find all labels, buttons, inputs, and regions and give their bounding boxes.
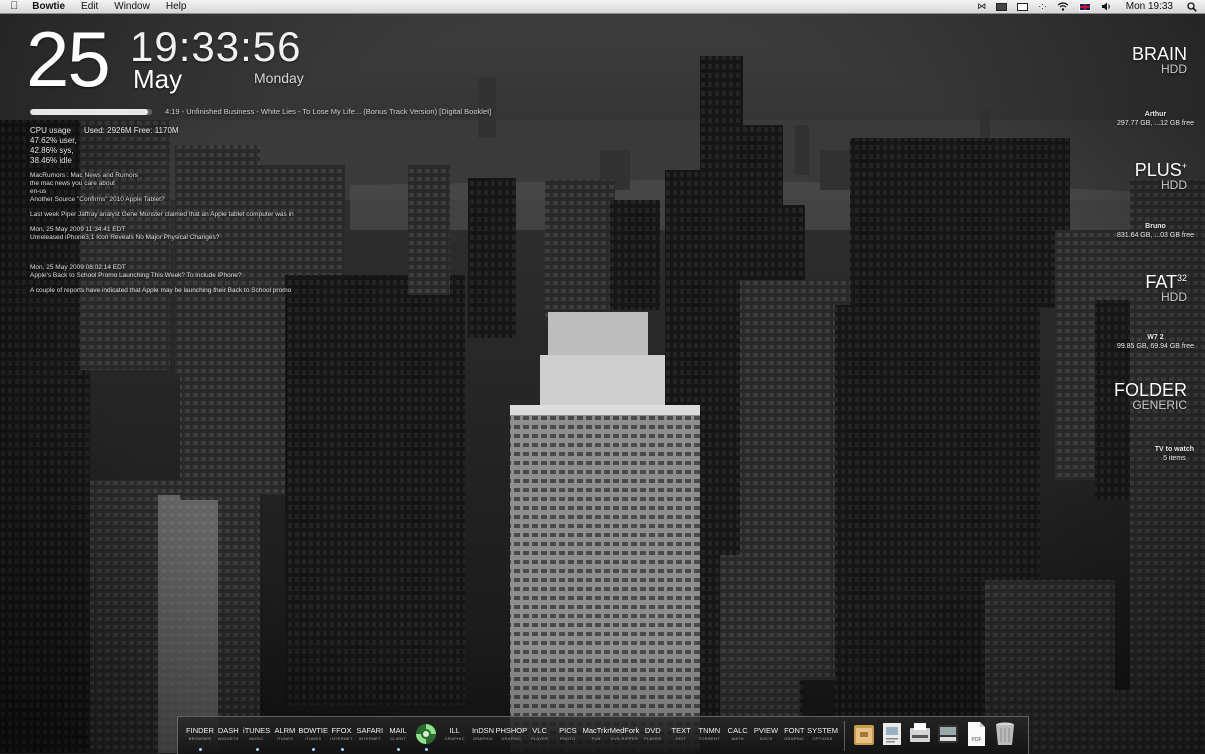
- drive-capacity: 99.85 GB, 69.94 GB free: [1116, 343, 1194, 350]
- dock-item-system[interactable]: SYSTEM OPTIONS: [807, 717, 838, 754]
- dock-separator: [844, 721, 845, 751]
- app-menu[interactable]: Bowtie: [32, 0, 65, 13]
- display-icon[interactable]: [1017, 0, 1029, 13]
- drive-name: BRAIN: [1131, 44, 1187, 64]
- drive-label: Bruno: [1145, 223, 1166, 230]
- drive-label: Arthur: [1144, 111, 1167, 118]
- drive-icon-fat32[interactable]: FAT32 HDD: [1145, 269, 1187, 303]
- drive-type: HDD: [1161, 178, 1187, 192]
- running-indicator: [199, 748, 202, 751]
- date-month: May: [133, 64, 183, 94]
- dock: FINDER BROWSER DASH WIDGETS iTUNES MUSIC ALRM I…: [177, 716, 1029, 754]
- now-playing-text[interactable]: 4:19 - Unfinished Business - White Lies …: [165, 107, 491, 116]
- dots-icon[interactable]: ·:·: [1038, 0, 1047, 13]
- cpu-idle: 38.46% idle: [30, 156, 72, 165]
- dock-item-mail[interactable]: MAIL CLIENT: [384, 717, 412, 754]
- drive-name: FOLDER: [1113, 380, 1187, 400]
- folder-icon-generic[interactable]: FOLDER GENERIC: [1114, 381, 1187, 411]
- pdf-icon[interactable]: PDF: [964, 720, 988, 748]
- news-summary: A couple of reports have indicated that …: [30, 287, 292, 294]
- drive-capacity: 297.77 GB, ...12 GB free: [1116, 120, 1194, 127]
- news-date: Mon, 25 May 2009 08:02:14 EDT: [30, 264, 126, 271]
- drive-name-sup: +: [1181, 161, 1187, 171]
- date-weekday: Monday: [254, 70, 304, 86]
- menu-window[interactable]: Window: [114, 0, 150, 13]
- running-indicator: [312, 748, 316, 751]
- news-headline[interactable]: Unreleased iPhone3,1 Icon Reveals No Maj…: [30, 234, 219, 242]
- drive-label-bruno[interactable]: Bruno 831.64 GB, ...03 GB free: [1117, 222, 1194, 240]
- folder-icon[interactable]: [852, 720, 876, 748]
- uk-flag-icon[interactable]: [1078, 0, 1091, 13]
- cpu-sys: 42.86% sys,: [30, 146, 74, 155]
- drive-label-arthur[interactable]: Arthur 297.77 GB, ...12 GB free: [1117, 110, 1194, 128]
- drive-type: HDD: [1161, 62, 1187, 76]
- dock-item-label: MAIL: [389, 726, 407, 735]
- news-feed-tagline: the mac news you care about: [30, 180, 115, 187]
- menu-edit[interactable]: Edit: [81, 0, 98, 13]
- volume-icon[interactable]: [1101, 0, 1112, 13]
- spotlight-icon[interactable]: [1187, 0, 1197, 13]
- news-feed-lang: en-us: [30, 188, 47, 195]
- running-indicator: [397, 748, 401, 751]
- menubar-clock[interactable]: Mon 19:33: [1126, 0, 1173, 13]
- pdf-label: PDF: [972, 737, 982, 743]
- bowtie-icon[interactable]: ⋈: [977, 0, 986, 13]
- cpu-user: 47.62% user,: [30, 136, 77, 145]
- track-progress-fill: [30, 109, 149, 115]
- spinner-app-icon: [416, 724, 437, 744]
- memory-usage: Used: 2926M Free: 1170M: [84, 126, 179, 135]
- running-indicator: [255, 748, 259, 751]
- news-summary: Last week Piper Jaffray analyst Gene Mun…: [30, 211, 294, 218]
- news-headline[interactable]: Another Source "Confirms" 2010 Apple Tab…: [30, 196, 165, 204]
- menu-help[interactable]: Help: [166, 0, 187, 13]
- folder-label-tv[interactable]: TV to watch 5 items: [1155, 445, 1194, 463]
- wifi-icon[interactable]: [1057, 0, 1069, 13]
- drive-name: PLUS: [1134, 160, 1182, 180]
- news-date: Mon, 25 May 2009 11:34:41 EDT: [30, 226, 126, 233]
- drive-icon-plus[interactable]: PLUS+ HDD: [1135, 157, 1187, 191]
- running-indicator: [425, 748, 429, 751]
- dock-item-label: SYSTEM: [807, 726, 839, 735]
- running-indicator: [340, 748, 344, 751]
- printer-icon[interactable]: [908, 720, 932, 748]
- drive-label-w7[interactable]: W7 2 99.85 GB, 69.94 GB free: [1117, 333, 1194, 351]
- news-headline[interactable]: Apple's Back to School Promo Launching T…: [30, 272, 242, 280]
- dock-item-sublabel: OPTIONS: [812, 736, 833, 741]
- folder-item-count: 5 items: [1163, 455, 1186, 462]
- folder-label: TV to watch: [1154, 446, 1194, 453]
- trash-icon[interactable]: [993, 720, 1017, 748]
- menu-bar:  Bowtie Edit Window Help ⋈ ·:· Mon 19:3…: [0, 0, 1205, 14]
- battery-icon[interactable]: [996, 0, 1008, 13]
- drive-capacity: 831.64 GB, ...03 GB free: [1116, 232, 1194, 239]
- preview-doc-icon[interactable]: [880, 720, 904, 748]
- cpu-label: CPU usage: [30, 126, 71, 135]
- drive-name: FAT: [1145, 272, 1177, 292]
- drive-label: W7 2: [1147, 334, 1164, 341]
- clock-time: 19:33:56: [130, 23, 302, 70]
- date-day: 25: [26, 15, 111, 103]
- drive-icon-brain[interactable]: BRAIN HDD: [1132, 45, 1187, 75]
- dock-item-sublabel: CLIENT: [390, 736, 407, 741]
- scanner-icon[interactable]: [936, 720, 960, 748]
- news-feed-title: MacRumors : Mac News and Rumors: [30, 172, 138, 179]
- drive-type: GENERIC: [1132, 398, 1187, 412]
- track-progress-bar[interactable]: [30, 109, 152, 115]
- apple-menu-icon[interactable]: : [10, 0, 18, 13]
- drive-type: HDD: [1161, 290, 1187, 304]
- drive-name-sup: 32: [1176, 273, 1187, 283]
